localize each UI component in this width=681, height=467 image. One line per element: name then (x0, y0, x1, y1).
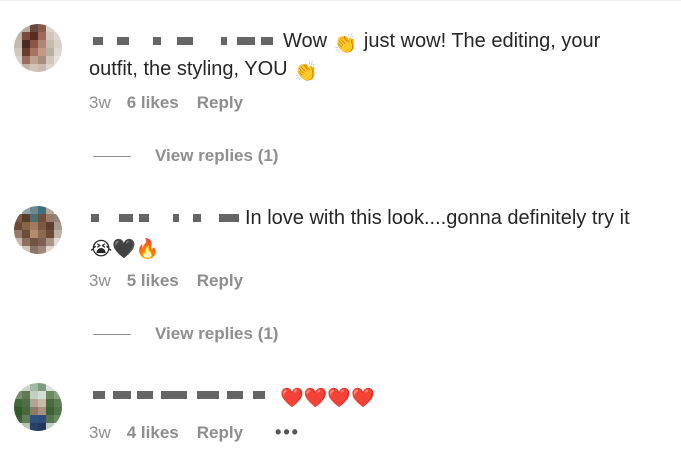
view-replies-label: View replies (1) (155, 324, 279, 343)
avatar[interactable] (14, 24, 62, 72)
comment-text: In love with this look....gonna definite… (89, 204, 667, 260)
replies-divider (93, 333, 131, 335)
clapping-hands-icon: 👏 (294, 62, 318, 83)
more-options-icon[interactable]: ••• (275, 422, 300, 443)
comment-meta: 3w 4 likes Reply ••• (89, 422, 300, 443)
view-replies-label: View replies (1) (155, 146, 279, 165)
crying-black-heart-fire-icons: 😭🖤🔥 (90, 239, 160, 260)
comment-text-line-2: outfit, the styling, YOU (89, 58, 288, 80)
clapping-hands-icon: 👏 (333, 34, 358, 55)
reply-button[interactable]: Reply (197, 93, 243, 113)
comment-text-part-2: just wow! The editing, your (363, 30, 601, 52)
redacted-username[interactable] (89, 388, 275, 402)
likes-count[interactable]: 5 likes (127, 271, 179, 291)
comment-text: Wow 👏 just wow! The editing, your outfit… (89, 27, 667, 83)
comment-meta: 3w 6 likes Reply (89, 93, 243, 113)
comment-text-part-1: Wow (283, 30, 328, 52)
comment-meta: 3w 5 likes Reply (89, 271, 243, 291)
red-heart-icons: ❤️❤️❤️❤️ (280, 388, 375, 409)
likes-count[interactable]: 6 likes (127, 93, 179, 113)
view-replies-button[interactable]: View replies (1) (93, 146, 278, 166)
redacted-username[interactable] (89, 211, 241, 225)
timestamp: 3w (89, 93, 111, 112)
avatar[interactable] (14, 206, 62, 254)
replies-divider (93, 155, 131, 157)
reply-button[interactable]: Reply (197, 423, 243, 443)
redacted-username[interactable] (89, 34, 279, 48)
timestamp: 3w (89, 422, 111, 442)
likes-count[interactable]: 4 likes (127, 423, 179, 443)
view-replies-button[interactable]: View replies (1) (93, 324, 278, 344)
top-divider (0, 0, 681, 1)
timestamp: 3w (89, 271, 111, 290)
reply-button[interactable]: Reply (197, 271, 243, 291)
avatar[interactable] (14, 383, 62, 431)
comment-text-part-1: In love with this look....gonna definite… (245, 207, 630, 229)
comment-text: ❤️❤️❤️❤️ (89, 381, 667, 409)
